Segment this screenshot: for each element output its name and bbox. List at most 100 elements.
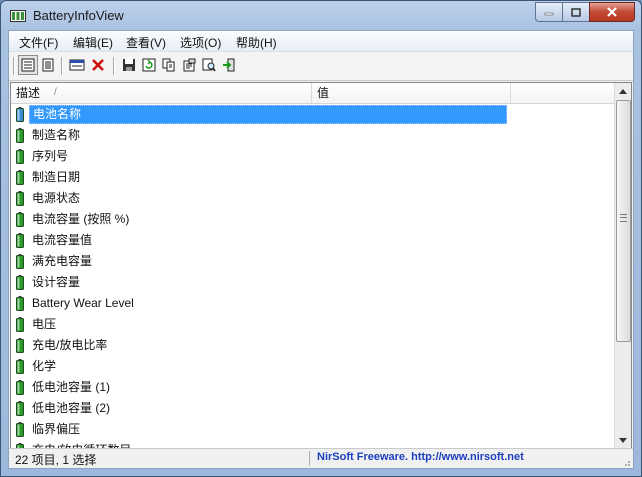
save-icon [123,59,135,71]
list-rows: 电池名称制造名称序列号制造日期电源状态电流容量 (按照 %) 电流容量值满充电容量… [11,104,614,448]
properties-button[interactable] [67,55,87,75]
list-item[interactable]: 设计容量 [11,272,611,293]
maximize-icon [571,7,581,17]
menu-options[interactable]: 选项(O) [180,34,221,51]
list-item[interactable]: 电流容量 (按照 %) [11,209,611,230]
find-button[interactable] [199,55,219,75]
toolbar-separator [113,57,115,75]
html-report-icon [183,58,196,72]
exit-icon [223,58,235,72]
list-item-label: 充电/放电比率 [32,338,108,352]
battery-icon [16,296,24,311]
vertical-scrollbar[interactable] [614,83,631,448]
list-item[interactable]: 电压 [11,314,611,335]
exit-button[interactable] [219,55,239,75]
battery-icon [16,254,24,269]
list-item[interactable]: 序列号 [11,146,611,167]
battery-icon [16,107,24,122]
menu-bar: 文件(F) 编辑(E) 查看(V) 选项(O) 帮助(H) [9,31,633,52]
resize-grip-icon[interactable] [621,457,631,467]
list-item-label: 电流容量值 [32,233,93,247]
list-item[interactable]: 满充电容量 [11,251,611,272]
column-value-header[interactable]: 值 [312,83,511,103]
save-button[interactable] [119,55,139,75]
list-item[interactable]: 充电/放电比率 [11,335,611,356]
close-button[interactable] [589,2,635,22]
battery-info-list[interactable]: 描述 / 值 电池名称制造名称序列号制造日期电源状态电流容量 (按照 %) 电流容… [10,82,632,449]
list-item[interactable]: 制造日期 [11,167,611,188]
refresh-button[interactable] [139,55,159,75]
copy-button[interactable] [159,55,179,75]
list-item-label: 序列号 [32,149,69,163]
list-item[interactable]: 临界偏压 [11,419,611,440]
battery-icon [16,338,24,353]
list-item-label: 满充电容量 [32,254,93,268]
menu-help[interactable]: 帮助(H) [236,34,277,51]
list-item[interactable]: 低电池容量 (1) [11,377,611,398]
battery-icon [16,212,24,227]
battery-icon [16,317,24,332]
menu-file[interactable]: 文件(F) [19,34,58,51]
battery-icon [16,275,24,290]
scroll-down-button[interactable] [615,432,631,448]
window-controls [535,2,635,22]
chevron-down-icon [619,437,627,443]
list-item-label: 临界偏压 [32,422,81,436]
battery-icon [16,191,24,206]
view-list-button[interactable] [18,55,38,75]
battery-icon [16,359,24,374]
list-item[interactable]: Battery Wear Level [11,293,611,314]
find-icon [202,58,216,72]
list-item-label: 低电池容量 (1) [32,380,111,394]
delete-button[interactable] [88,55,108,75]
column-description-header[interactable]: 描述 / [11,83,312,103]
view-list-icon [21,58,35,72]
list-item[interactable]: 化学 [11,356,611,377]
battery-icon [16,170,24,185]
status-divider [309,451,310,466]
grip-icon [620,214,627,222]
list-item-label: 电池名称 [29,105,507,124]
battery-icon [16,149,24,164]
list-item-label: 制造名称 [32,128,81,142]
list-item[interactable]: 低电池容量 (2) [11,398,611,419]
battery-icon [16,401,24,416]
battery-icon [16,380,24,395]
list-item[interactable]: 制造名称 [11,125,611,146]
title-bar[interactable]: BatteryInfoView [1,1,641,30]
list-header: 描述 / 值 [11,83,614,104]
list-item-label: Battery Wear Level [32,296,134,310]
menu-view[interactable]: 查看(V) [126,34,166,51]
minimize-icon [544,12,554,16]
refresh-icon [142,58,156,72]
toolbar-separator [13,57,15,75]
view-details-button[interactable] [38,55,58,75]
minimize-button[interactable] [535,2,562,22]
client-area: 文件(F) 编辑(E) 查看(V) 选项(O) 帮助(H) 描述 / 值 电池名… [8,30,634,469]
app-window: BatteryInfoView 文件(F) 编辑(E) 查看(V) 选项(O) … [0,0,642,477]
menu-edit[interactable]: 编辑(E) [73,34,113,51]
list-item[interactable]: 电池名称 [11,104,611,125]
maximize-button[interactable] [562,2,589,22]
nirsoft-link[interactable]: NirSoft Freeware. http://www.nirsoft.net [317,451,524,463]
battery-app-icon [10,10,26,22]
window-title: BatteryInfoView [33,8,124,23]
toolbar-separator [61,57,63,75]
column-description-label: 描述 [16,86,41,100]
list-item-label: 电源状态 [32,191,81,205]
scrollbar-thumb[interactable] [616,100,631,342]
delete-icon [92,59,104,71]
view-details-icon [42,58,54,72]
list-item-label: 设计容量 [32,275,81,289]
list-item-label: 制造日期 [32,170,81,184]
list-item-label: 化学 [32,359,57,373]
battery-icon [16,422,24,437]
list-item-label: 电流容量 (按照 %) [32,212,130,226]
battery-icon [16,128,24,143]
status-item-count: 22 项目, 1 选择 [15,453,97,467]
scroll-up-button[interactable] [615,83,631,99]
list-item[interactable]: 电流容量值 [11,230,611,251]
column-value-label: 值 [317,86,330,100]
list-item[interactable]: 电源状态 [11,188,611,209]
html-report-button[interactable] [179,55,199,75]
